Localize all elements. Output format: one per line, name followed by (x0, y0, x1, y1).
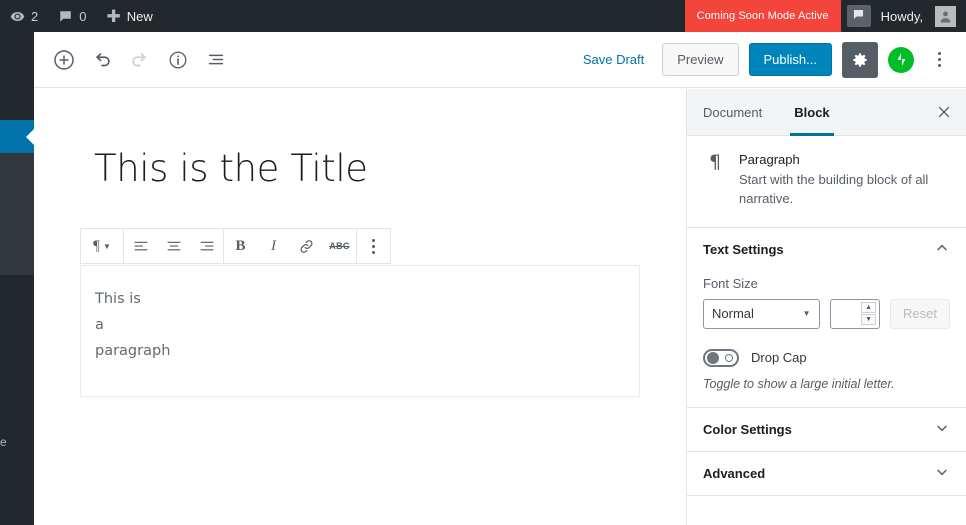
align-center-button[interactable] (157, 229, 190, 263)
gear-icon (853, 52, 867, 67)
wp-admin-bar: 2 0 ✚ New Coming Soon Mode Active Howdy, (0, 0, 966, 32)
admin-bar-comments[interactable]: 0 (48, 0, 96, 32)
panel-header-advanced[interactable]: Advanced (687, 452, 966, 496)
block-card-description: Start with the building block of all nar… (739, 172, 929, 206)
drop-cap-label: Drop Cap (751, 350, 807, 366)
panel-title: Color Settings (703, 421, 792, 437)
panel-header-text-settings[interactable]: Text Settings (687, 228, 966, 272)
settings-sidebar: Document Block ¶ Paragraph Start with th… (686, 89, 966, 525)
preview-button[interactable]: Preview (662, 43, 739, 76)
admin-bar-howdy[interactable]: Howdy, (877, 9, 935, 24)
admin-bar-updates[interactable]: 2 (0, 0, 48, 32)
number-stepper[interactable]: ▲ ▼ (861, 302, 877, 326)
paragraph-pilcrow-icon: ¶ (708, 151, 722, 173)
publish-button[interactable]: Publish... (748, 43, 832, 76)
add-block-button[interactable] (46, 42, 82, 78)
font-size-selected-value: Normal (712, 306, 754, 322)
dot (372, 250, 375, 254)
drop-cap-row: Drop Cap (703, 348, 950, 367)
dot (937, 64, 941, 67)
dot (937, 58, 941, 61)
strikethrough-button[interactable]: ABC (323, 229, 356, 263)
redo-button[interactable] (122, 42, 158, 78)
post-title[interactable]: This is the Title (94, 147, 624, 191)
align-right-button[interactable] (190, 229, 223, 263)
close-icon (938, 106, 950, 118)
settings-tab-bar: Document Block (687, 89, 966, 136)
coming-soon-badge[interactable]: Coming Soon Mode Active (684, 0, 841, 32)
admin-menu-truncated-label: e (0, 435, 7, 449)
user-avatar-icon (940, 10, 951, 22)
chevron-down-icon (934, 420, 950, 439)
chevron-down-icon: ▼ (802, 309, 811, 319)
block-card: ¶ Paragraph Start with the building bloc… (687, 136, 966, 228)
tab-document[interactable]: Document (687, 89, 778, 135)
align-left-button[interactable] (124, 229, 157, 263)
paragraph-line: This is (95, 291, 141, 307)
comments-count: 0 (79, 8, 87, 24)
editor-header-left-tools (34, 42, 234, 78)
avatar[interactable] (935, 5, 956, 27)
font-size-reset-button[interactable]: Reset (890, 298, 950, 329)
font-size-number-input[interactable]: ▲ ▼ (829, 298, 881, 329)
editor-canvas: This is the Title ¶ ▼ B I ABC This is a … (34, 89, 686, 525)
link-button[interactable] (290, 229, 323, 263)
plus-icon: ✚ (106, 6, 121, 26)
bold-button[interactable]: B (224, 229, 257, 263)
settings-toggle-button[interactable] (842, 41, 878, 78)
updates-icon (10, 9, 25, 24)
chevron-down-icon (934, 464, 950, 483)
more-options-button[interactable] (924, 42, 954, 78)
paragraph-pilcrow-icon: ¶ (93, 237, 100, 254)
dot (372, 238, 375, 242)
dot (372, 244, 375, 248)
toggle-knob (707, 351, 719, 364)
paragraph-block[interactable]: This is a paragraph (80, 265, 640, 397)
dot (937, 52, 941, 55)
comment-bubble-icon (852, 8, 865, 24)
jetpack-button[interactable] (888, 46, 914, 73)
close-sidebar-button[interactable] (922, 89, 966, 135)
comment-bubble-icon (58, 9, 73, 24)
panel-title: Text Settings (703, 242, 784, 258)
font-size-label: Font Size (703, 275, 758, 291)
chevron-up-icon (934, 240, 950, 259)
font-size-select[interactable]: Normal ▼ (703, 298, 820, 329)
editor-header-toolbar: Save Draft Preview Publish... (34, 32, 966, 88)
admin-menu-current-item[interactable] (0, 120, 35, 153)
updates-count: 2 (31, 8, 39, 24)
toggle-off-indicator-icon (725, 353, 733, 362)
block-card-title: Paragraph (739, 152, 800, 167)
editor-header-right-tools: Save Draft Preview Publish... (575, 41, 966, 78)
drop-cap-help-text: Toggle to show a large initial letter. (703, 376, 895, 391)
new-label: New (126, 8, 153, 24)
content-structure-button[interactable] (160, 42, 196, 78)
admin-bar-feedback-button[interactable] (846, 5, 871, 27)
admin-menu-sidebar[interactable]: e (0, 32, 35, 525)
tab-block[interactable]: Block (778, 89, 845, 136)
drop-cap-toggle[interactable] (703, 348, 739, 367)
block-type-switcher-button[interactable]: ¶ ▼ (81, 229, 123, 263)
stepper-up-icon[interactable]: ▲ (861, 302, 877, 314)
panel-title: Advanced (703, 465, 766, 481)
admin-menu-submenu-group[interactable] (0, 153, 34, 275)
chevron-down-icon: ▼ (102, 241, 111, 251)
undo-button[interactable] (84, 42, 120, 78)
block-toolbar: ¶ ▼ B I ABC (80, 228, 391, 264)
font-size-controls: Normal ▼ ▲ ▼ Reset (703, 298, 950, 329)
panel-body-text-settings: Font Size Normal ▼ ▲ ▼ Reset Drop Cap To… (687, 272, 966, 408)
paragraph-line: a (95, 317, 104, 333)
jetpack-icon (897, 53, 905, 66)
block-navigation-button[interactable] (198, 42, 234, 78)
italic-button[interactable]: I (257, 229, 290, 263)
stepper-down-icon[interactable]: ▼ (861, 314, 877, 326)
save-draft-button[interactable]: Save Draft (575, 52, 652, 67)
rich-text-more-button[interactable] (357, 229, 390, 263)
panel-header-color-settings[interactable]: Color Settings (687, 408, 966, 452)
paragraph-line: paragraph (95, 343, 171, 359)
wordpress-block-editor: 2 0 ✚ New Coming Soon Mode Active Howdy, (0, 0, 966, 525)
admin-bar-new-content[interactable]: ✚ New (96, 0, 162, 32)
